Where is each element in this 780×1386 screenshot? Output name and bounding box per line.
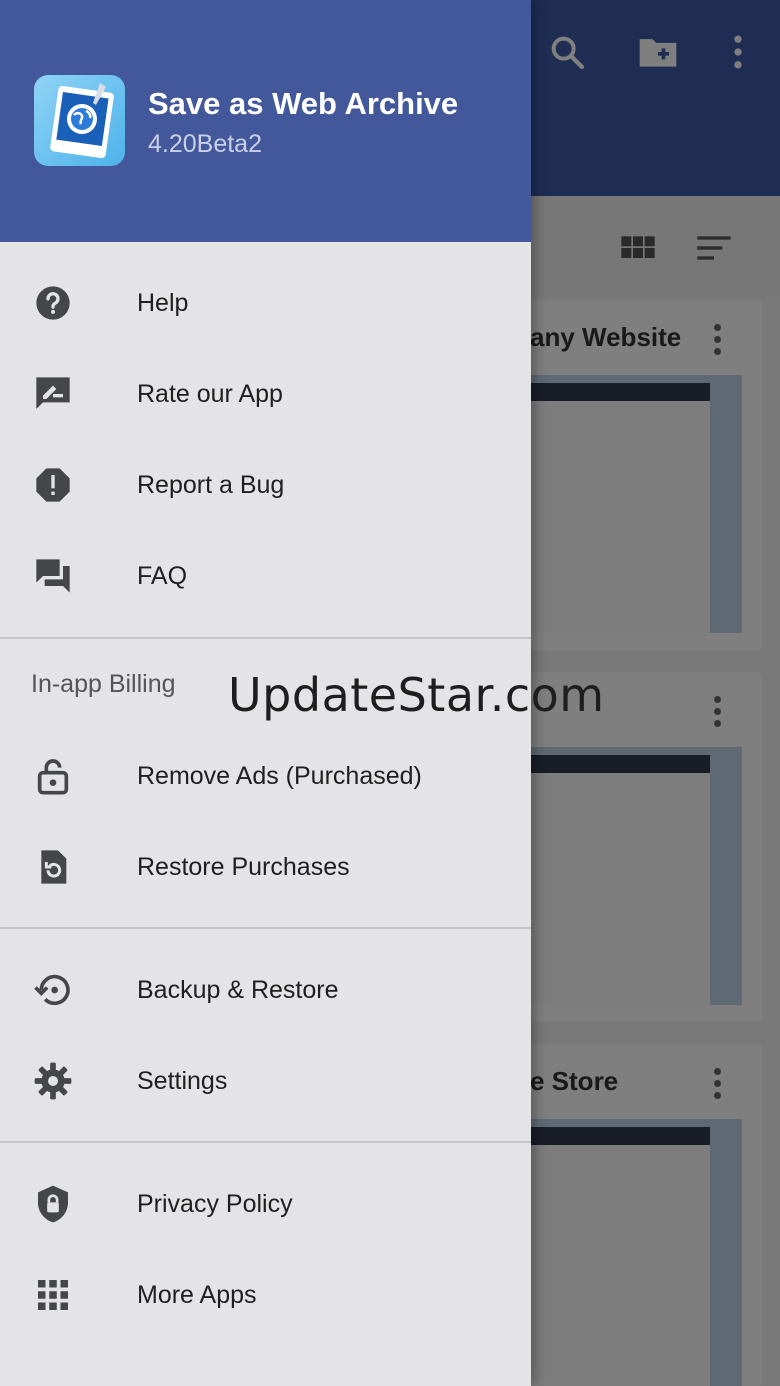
menu-label: More Apps xyxy=(137,1280,257,1309)
menu-label: Restore Purchases xyxy=(137,852,350,881)
lock-open-icon xyxy=(32,755,74,797)
menu-label: Report a Bug xyxy=(137,470,285,499)
help-circle-icon xyxy=(32,282,74,324)
menu-label: Privacy Policy xyxy=(137,1189,293,1218)
gear-icon xyxy=(32,1060,74,1102)
rate-review-icon xyxy=(32,373,74,415)
watermark: UpdateStar.com xyxy=(228,668,605,722)
menu-label: Backup & Restore xyxy=(137,975,339,1004)
menu-item-rate-app[interactable]: Rate our App xyxy=(0,349,531,439)
menu-item-report-bug[interactable]: Report a Bug xyxy=(0,440,531,530)
menu-label: Remove Ads (Purchased) xyxy=(137,761,422,790)
menu-item-more-apps[interactable]: More Apps xyxy=(0,1250,531,1340)
apps-grid-icon xyxy=(32,1274,74,1316)
menu-label: Rate our App xyxy=(137,379,283,408)
drawer-header: Save as Web Archive 4.20Beta2 xyxy=(0,0,531,242)
report-bug-icon xyxy=(32,464,74,506)
app-name: Save as Web Archive xyxy=(148,86,459,121)
menu-label: Settings xyxy=(137,1066,228,1095)
shield-icon xyxy=(32,1183,74,1225)
billing-section-header: In-app Billing xyxy=(31,670,176,698)
menu-item-help[interactable]: Help xyxy=(0,258,531,348)
divider xyxy=(0,927,531,929)
divider xyxy=(0,637,531,639)
menu-item-backup-restore[interactable]: Backup & Restore xyxy=(0,945,531,1035)
forum-icon xyxy=(32,555,74,597)
menu-item-remove-ads[interactable]: Remove Ads (Purchased) xyxy=(0,731,531,821)
backup-restore-icon xyxy=(32,969,74,1011)
app-version: 4.20Beta2 xyxy=(148,130,262,158)
restore-page-icon xyxy=(32,846,74,888)
divider xyxy=(0,1141,531,1143)
menu-label: FAQ xyxy=(137,561,188,590)
menu-item-faq[interactable]: FAQ xyxy=(0,531,531,621)
menu-item-privacy-policy[interactable]: Privacy Policy xyxy=(0,1159,531,1249)
app-logo-icon xyxy=(34,75,125,166)
menu-item-restore-purchases[interactable]: Restore Purchases xyxy=(0,822,531,912)
menu-item-settings[interactable]: Settings xyxy=(0,1036,531,1126)
menu-label: Help xyxy=(137,288,189,317)
